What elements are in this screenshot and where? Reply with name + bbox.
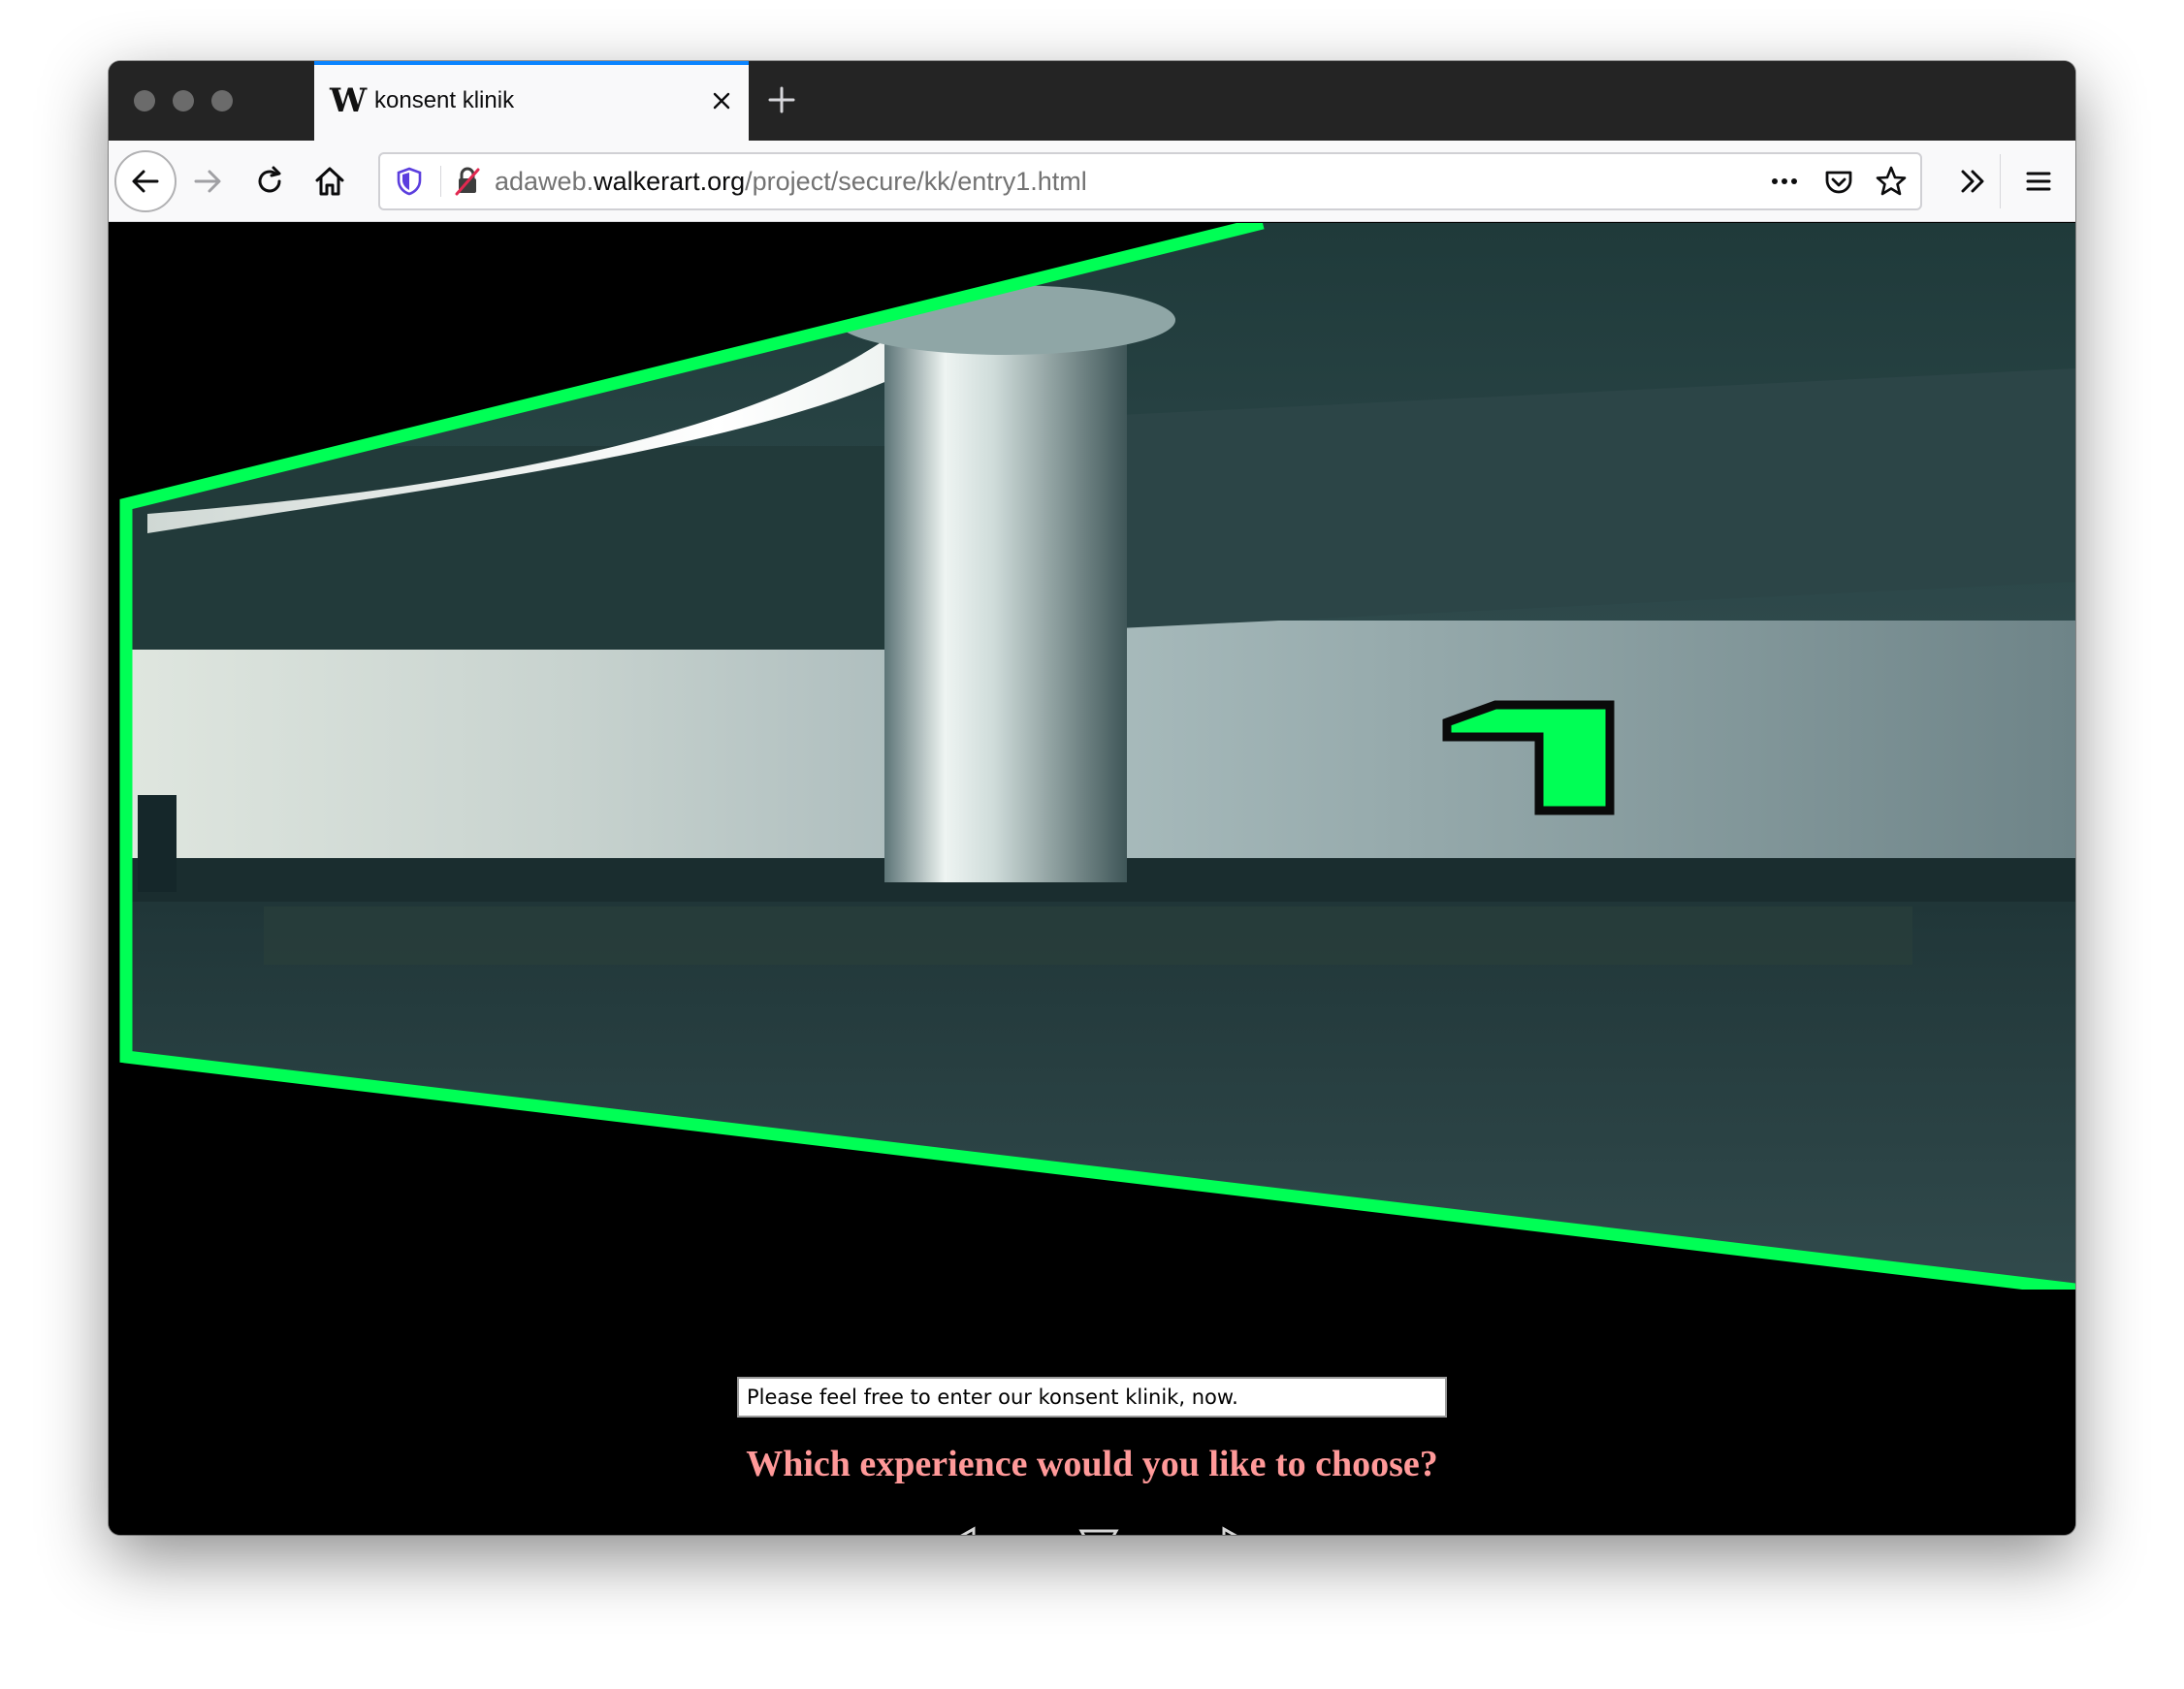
back-button[interactable] [114, 150, 177, 212]
home-icon [315, 167, 344, 196]
home-button[interactable] [301, 152, 359, 210]
page-content: Please feel free to enter our konsent kl… [109, 223, 2075, 1535]
browser-window: W konsent klinik adaweb.walkerart.org/pr… [109, 61, 2075, 1535]
close-icon[interactable] [706, 85, 737, 116]
minimize-window-button[interactable] [173, 90, 194, 112]
reload-icon [258, 166, 281, 193]
url-path: /project/secure/kk/entry1.html [745, 167, 1087, 196]
url-divider [440, 166, 441, 197]
pocket-icon[interactable] [1821, 164, 1856, 199]
menu-button[interactable] [2009, 152, 2068, 210]
insecure-lock-icon[interactable] [450, 164, 485, 199]
tab-favicon: W [330, 81, 368, 120]
down-arrow-icon[interactable] [1075, 1522, 1123, 1535]
tab-title: konsent klinik [374, 87, 515, 113]
arrow-left-icon [132, 170, 159, 193]
shield-icon[interactable] [392, 164, 427, 199]
address-bar[interactable]: adaweb.walkerart.org/project/secure/kk/e… [378, 152, 1922, 210]
more-icon[interactable] [1767, 164, 1802, 199]
url-host: walkerart.org [594, 167, 746, 196]
chevron-double-right-icon [1961, 170, 1984, 193]
close-window-button[interactable] [134, 90, 155, 112]
toolbar-divider [2000, 154, 2001, 208]
question-heading: Which experience would you like to choos… [746, 1444, 1438, 1484]
arrow-right-icon [194, 170, 221, 193]
new-tab-icon[interactable] [764, 82, 799, 117]
clinic-hallway-image [119, 223, 2075, 1290]
url-text[interactable]: adaweb.walkerart.org/project/secure/kk/e… [495, 154, 1087, 208]
url-prefix: adaweb. [495, 167, 594, 196]
status-message: Please feel free to enter our konsent kl… [737, 1377, 1447, 1418]
forward-button[interactable] [178, 152, 237, 210]
zoom-window-button[interactable] [211, 90, 233, 112]
navigation-bar: adaweb.walkerart.org/project/secure/kk/e… [109, 141, 2075, 222]
overflow-button[interactable] [1943, 152, 2002, 210]
reload-button[interactable] [241, 152, 299, 210]
tab-bar: W konsent klinik [109, 61, 2075, 141]
right-arrow-icon[interactable] [1214, 1522, 1263, 1535]
left-arrow-icon[interactable] [935, 1522, 983, 1535]
star-icon[interactable] [1874, 164, 1909, 199]
tab-active[interactable]: W konsent klinik [314, 61, 749, 141]
hamburger-menu-icon [2026, 172, 2051, 191]
